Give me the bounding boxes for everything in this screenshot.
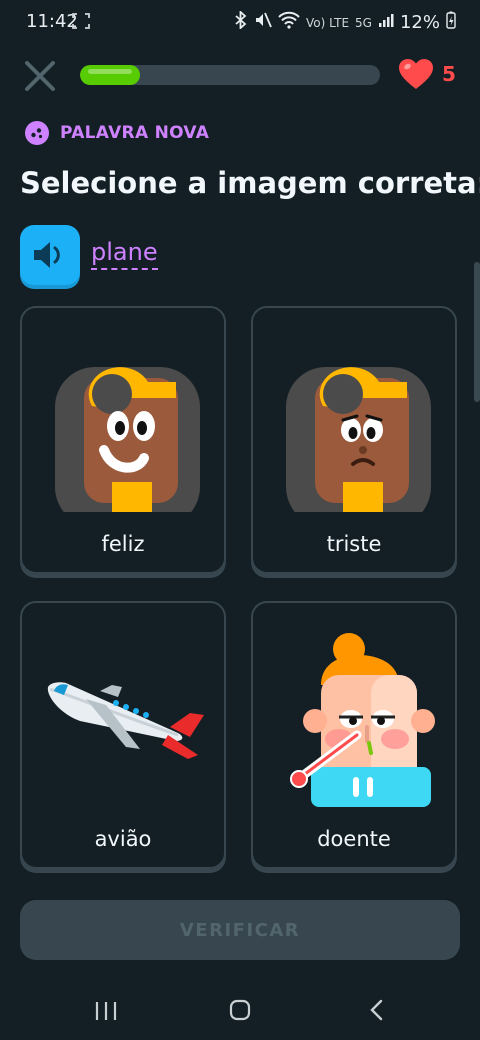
bluetooth-icon — [234, 9, 248, 34]
back-icon — [370, 999, 383, 1021]
hearts-count: 5 — [442, 62, 456, 86]
sick-man-icon — [271, 627, 441, 807]
heart-icon — [399, 59, 433, 89]
new-word-badge: PALAVRA NOVA — [24, 120, 209, 146]
page-title: Selecione a imagem correta: — [20, 166, 480, 200]
lesson-header: 5 — [0, 52, 480, 100]
audio-button[interactable] — [20, 225, 80, 285]
choice-card-triste[interactable]: triste — [251, 306, 457, 574]
system-nav-bar — [0, 980, 480, 1040]
status-time: 11:42 — [26, 11, 78, 32]
recent-apps-button[interactable] — [82, 990, 130, 1030]
speaker-icon — [34, 242, 60, 268]
badge-label: PALAVRA NOVA — [60, 123, 210, 143]
choice-card-doente[interactable]: doente — [251, 601, 457, 869]
close-icon — [25, 61, 55, 91]
choice-card-feliz[interactable]: feliz — [20, 306, 226, 574]
mute-icon — [254, 11, 272, 34]
progress-bar-fill — [80, 65, 140, 85]
word-prompt[interactable]: plane — [91, 238, 158, 270]
choice-label: avião — [94, 827, 152, 851]
close-button[interactable] — [22, 58, 58, 94]
happy-woman-icon — [40, 332, 210, 527]
new-word-icon — [25, 121, 49, 145]
home-button[interactable] — [216, 990, 264, 1030]
progress-bar — [80, 65, 380, 85]
choice-label: triste — [326, 532, 382, 556]
recent-apps-icon — [95, 1002, 117, 1020]
network-label: Vo) LTE — [305, 15, 350, 30]
home-icon — [229, 999, 251, 1021]
battery-label: 12% — [399, 12, 440, 33]
choice-label: doente — [317, 827, 391, 851]
wifi-icon — [278, 11, 300, 34]
choice-label: feliz — [101, 532, 145, 556]
screenshot-indicator-icon — [72, 13, 90, 33]
signal-icon — [378, 12, 394, 33]
network-5g-label: 5G — [355, 15, 372, 30]
back-button[interactable] — [352, 990, 400, 1030]
sad-woman-icon — [271, 332, 441, 527]
hearts-counter[interactable]: 5 — [398, 58, 456, 90]
scrollbar[interactable] — [474, 262, 480, 402]
airplane-icon — [40, 627, 210, 807]
choice-card-aviao[interactable]: avião — [20, 601, 226, 869]
status-bar: 11:42 Vo) LTE 5G 12% — [0, 0, 480, 44]
battery-charging-icon — [446, 11, 456, 34]
verify-button[interactable]: VERIFICAR — [20, 900, 460, 960]
